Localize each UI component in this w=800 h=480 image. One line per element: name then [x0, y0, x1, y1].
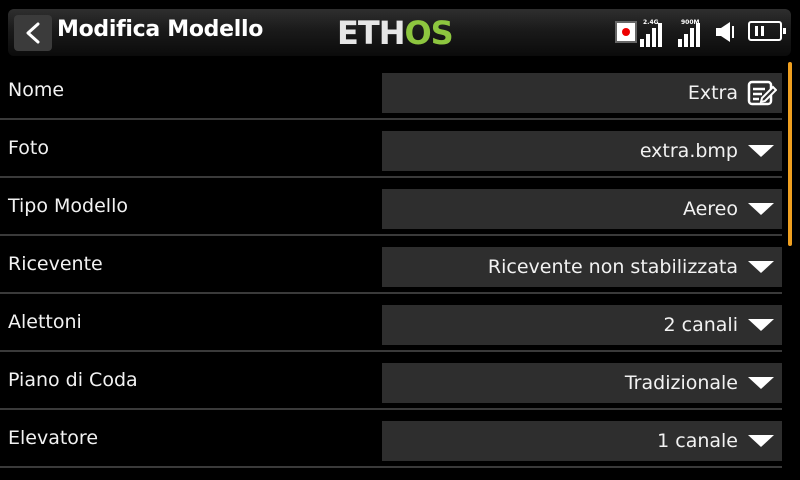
signal-900m-icon: 900M: [678, 19, 702, 47]
row-label: Alettoni: [8, 311, 82, 333]
status-area: 2.4G 900M: [612, 16, 792, 48]
scrollbar[interactable]: [788, 62, 792, 246]
dropdown-arrow-icon: [748, 203, 774, 215]
row-label: Tipo Modello: [8, 195, 128, 217]
row-label: Piano di Coda: [8, 369, 138, 391]
row-value: Aereo: [682, 198, 738, 220]
dropdown-arrow-icon: [748, 319, 774, 331]
row-piano-di-coda: Piano di Coda Tradizionale: [0, 352, 782, 410]
dropdown-arrow-icon: [748, 145, 774, 157]
signal-2g4-icon: 2.4G: [640, 19, 664, 47]
row-value: extra.bmp: [639, 140, 738, 162]
row-foto: Foto extra.bmp: [0, 120, 782, 178]
piano-di-coda-dropdown[interactable]: Tradizionale: [382, 363, 782, 403]
alettoni-dropdown[interactable]: 2 canali: [382, 305, 782, 345]
foto-dropdown[interactable]: extra.bmp: [382, 131, 782, 171]
row-tipo-modello: Tipo Modello Aereo: [0, 178, 782, 236]
chevron-left-icon: [26, 22, 40, 44]
settings-list: Nome Extra Foto extra.bmp Tipo Modello A…: [0, 62, 790, 480]
elevatore-dropdown[interactable]: 1 canale: [382, 421, 782, 461]
edit-icon[interactable]: [747, 79, 777, 107]
tipo-modello-dropdown[interactable]: Aereo: [382, 189, 782, 229]
row-value: Tradizionale: [624, 372, 738, 394]
row-value: 2 canali: [663, 314, 738, 336]
row-value: 1 canale: [657, 430, 738, 452]
row-value: Extra: [687, 82, 738, 104]
dropdown-arrow-icon: [748, 261, 774, 273]
dropdown-arrow-icon: [748, 435, 774, 447]
row-label: Nome: [8, 79, 65, 101]
dropdown-arrow-icon: [748, 377, 774, 389]
row-nome: Nome Extra: [0, 62, 782, 120]
row-value: Ricevente non stabilizzata: [487, 256, 738, 278]
row-elevatore: Elevatore 1 canale: [0, 410, 782, 468]
row-label: Foto: [8, 137, 49, 159]
record-icon: [615, 21, 637, 43]
battery-icon: [748, 21, 786, 41]
name-field[interactable]: Extra: [382, 73, 782, 113]
header-bar: Modifica Modello ETHOS 2.4G 900M: [0, 0, 800, 62]
page-title: Modifica Modello: [57, 17, 264, 42]
row-ricevente: Ricevente Ricevente non stabilizzata: [0, 236, 782, 294]
ricevente-dropdown[interactable]: Ricevente non stabilizzata: [382, 247, 782, 287]
speaker-icon: [716, 22, 734, 42]
row-label: Elevatore: [8, 427, 99, 449]
back-button[interactable]: [14, 15, 52, 51]
row-alettoni: Alettoni 2 canali: [0, 294, 782, 352]
ethos-logo: ETHOS: [337, 14, 454, 52]
row-label: Ricevente: [8, 253, 103, 275]
